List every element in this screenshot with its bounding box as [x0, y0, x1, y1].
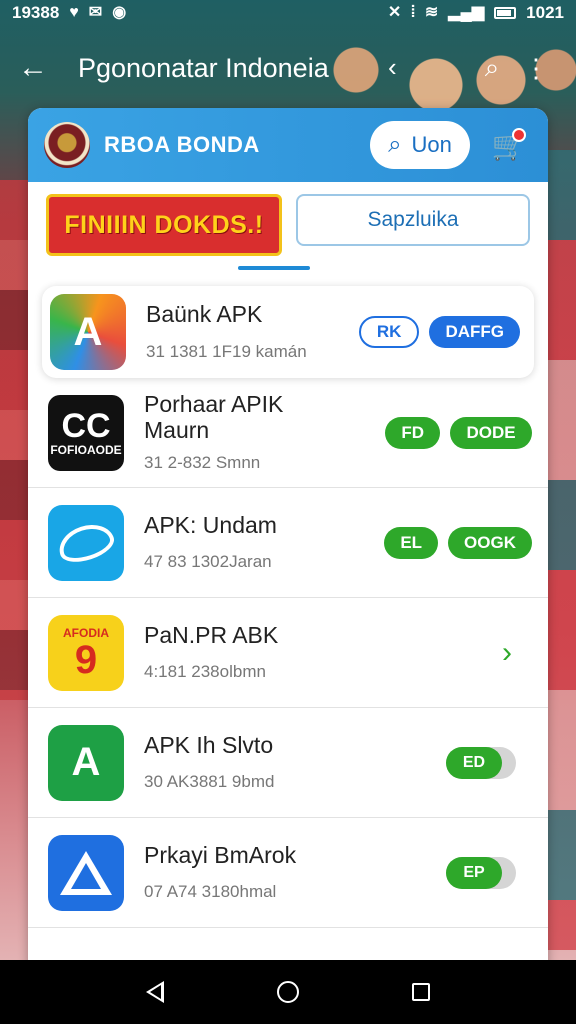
nav-home-icon[interactable]: [276, 981, 299, 1003]
page-title: Pgononatar Indoneia: [78, 52, 329, 83]
app-meta: 31 2-832 Smnn: [144, 452, 261, 472]
app-meta: 30 AK3881 9bmd: [144, 772, 275, 792]
system-nav-bar: [0, 960, 576, 1024]
app-action-primary-button[interactable]: DODE: [450, 416, 532, 449]
wifi-icon: ≋: [424, 4, 439, 21]
chevron-left-icon: ‹: [388, 52, 397, 82]
app-icon-letter-a: A: [50, 294, 126, 370]
app-name: APK Ih Slvto: [144, 731, 274, 758]
app-action-secondary-button[interactable]: FD: [385, 416, 440, 449]
app-icon-fofioaode: CC FOFIOAODE: [48, 394, 124, 471]
search-icon[interactable]: ⌕: [470, 52, 514, 84]
app-toggle[interactable]: EP: [446, 856, 516, 889]
search-button[interactable]: ⌕ Uon: [370, 121, 470, 169]
list-item[interactable]: CC FOFIOAODE Porhaar APIK Maurn 31 2-832…: [28, 378, 548, 488]
banner-row: FINIIIN DOKDS.! Sapzluika: [28, 182, 548, 266]
app-toggle-label: EP: [446, 856, 502, 889]
brand-logo: [44, 122, 90, 168]
app-icon-glyph: 9: [74, 637, 98, 682]
status-time: 19388: [12, 3, 60, 22]
mail-icon: ✉: [88, 4, 103, 21]
list-item[interactable]: A APK Ih Slvto 30 AK3881 9bmd ED: [28, 708, 548, 818]
app-icon-afodia: AFODIA 9: [48, 614, 124, 691]
secondary-button[interactable]: Sapzluika: [296, 194, 530, 246]
chevron-right-icon[interactable]: ›: [502, 636, 512, 670]
list-item[interactable]: Prkayi BmArok 07 A74 3180hmal EP: [28, 818, 548, 928]
app-toggle[interactable]: ED: [446, 746, 516, 779]
vibrate-icon: ⦙: [411, 4, 415, 21]
app-icon-triangle: [48, 834, 124, 911]
cart-icon[interactable]: 🛒: [486, 122, 532, 168]
list-item[interactable]: APK: Undam 47 83 1302Jaran EL OOGK: [28, 488, 548, 598]
background-left-strip: [0, 180, 30, 700]
list-item[interactable]: AFODIA 9 PaN.PR ABK 4:181 238olbmn ›: [28, 598, 548, 708]
heart-icon: ♥: [69, 4, 79, 21]
brand-name: RBOA BONDA: [104, 132, 260, 157]
nav-back-icon[interactable]: [146, 981, 165, 1003]
card-header: RBOA BONDA ⌕ Uon 🛒: [28, 108, 548, 182]
mute-icon: ✕: [387, 4, 402, 21]
app-icon-leaf: [48, 504, 124, 581]
list-item[interactable]: A Baünk APK 31 1381 1F19 kamán RK DAFFG: [42, 286, 534, 378]
app-meta: 31 1381 1F19 kamán: [146, 341, 307, 361]
nav-recents-icon[interactable]: [411, 983, 430, 1001]
app-icon-text: FOFIOAODE: [50, 442, 122, 457]
app-meta: 47 83 1302Jaran: [144, 552, 272, 572]
app-name: APK: Undam: [144, 511, 277, 538]
background-right-strip: [546, 150, 576, 950]
search-icon: ⌕: [388, 131, 402, 158]
record-icon: ◉: [112, 4, 127, 21]
app-meta: 4:181 238olbmn: [144, 662, 266, 682]
back-arrow-icon[interactable]: ←: [18, 51, 78, 85]
app-action-secondary-button[interactable]: EL: [384, 526, 439, 559]
app-bar: ← Pgononatar Indoneia ⌕ ⋮: [0, 36, 576, 100]
promo-banner[interactable]: FINIIIN DOKDS.!: [46, 194, 282, 256]
notification-dot: [512, 128, 526, 142]
app-list: A Baünk APK 31 1381 1F19 kamán RK DAFFG …: [28, 286, 548, 928]
status-clock: 1021: [526, 3, 564, 22]
app-action-secondary-button[interactable]: RK: [358, 316, 420, 348]
app-name: Prkayi BmArok: [144, 841, 297, 868]
more-vert-icon[interactable]: ⋮: [514, 53, 558, 84]
app-name: Baünk APK: [146, 301, 263, 328]
app-action-primary-button[interactable]: OOGK: [448, 526, 532, 559]
tab-indicator: [238, 266, 310, 270]
app-name: PaN.PR ABK: [144, 621, 279, 648]
app-name: Porhaar APIK Maurn: [144, 391, 284, 443]
app-action-primary-button[interactable]: DAFFG: [429, 316, 520, 348]
battery-icon: [494, 7, 517, 19]
app-meta: 07 A74 3180hmal: [144, 882, 277, 902]
app-toggle-label: ED: [446, 746, 502, 779]
app-icon-glyph: CC: [61, 406, 111, 445]
app-icon-letter-a-outline: A: [48, 724, 124, 801]
main-card: RBOA BONDA ⌕ Uon 🛒 FINIIIN DOKDS.! Sapzl…: [28, 108, 548, 968]
status-bar: 19388 ♥ ✉ ◉ ✕ ⦙ ≋ ▂▄▆ 1021: [0, 0, 576, 26]
signal-icon: ▂▄▆: [448, 4, 485, 21]
search-button-label: Uon: [411, 132, 452, 157]
